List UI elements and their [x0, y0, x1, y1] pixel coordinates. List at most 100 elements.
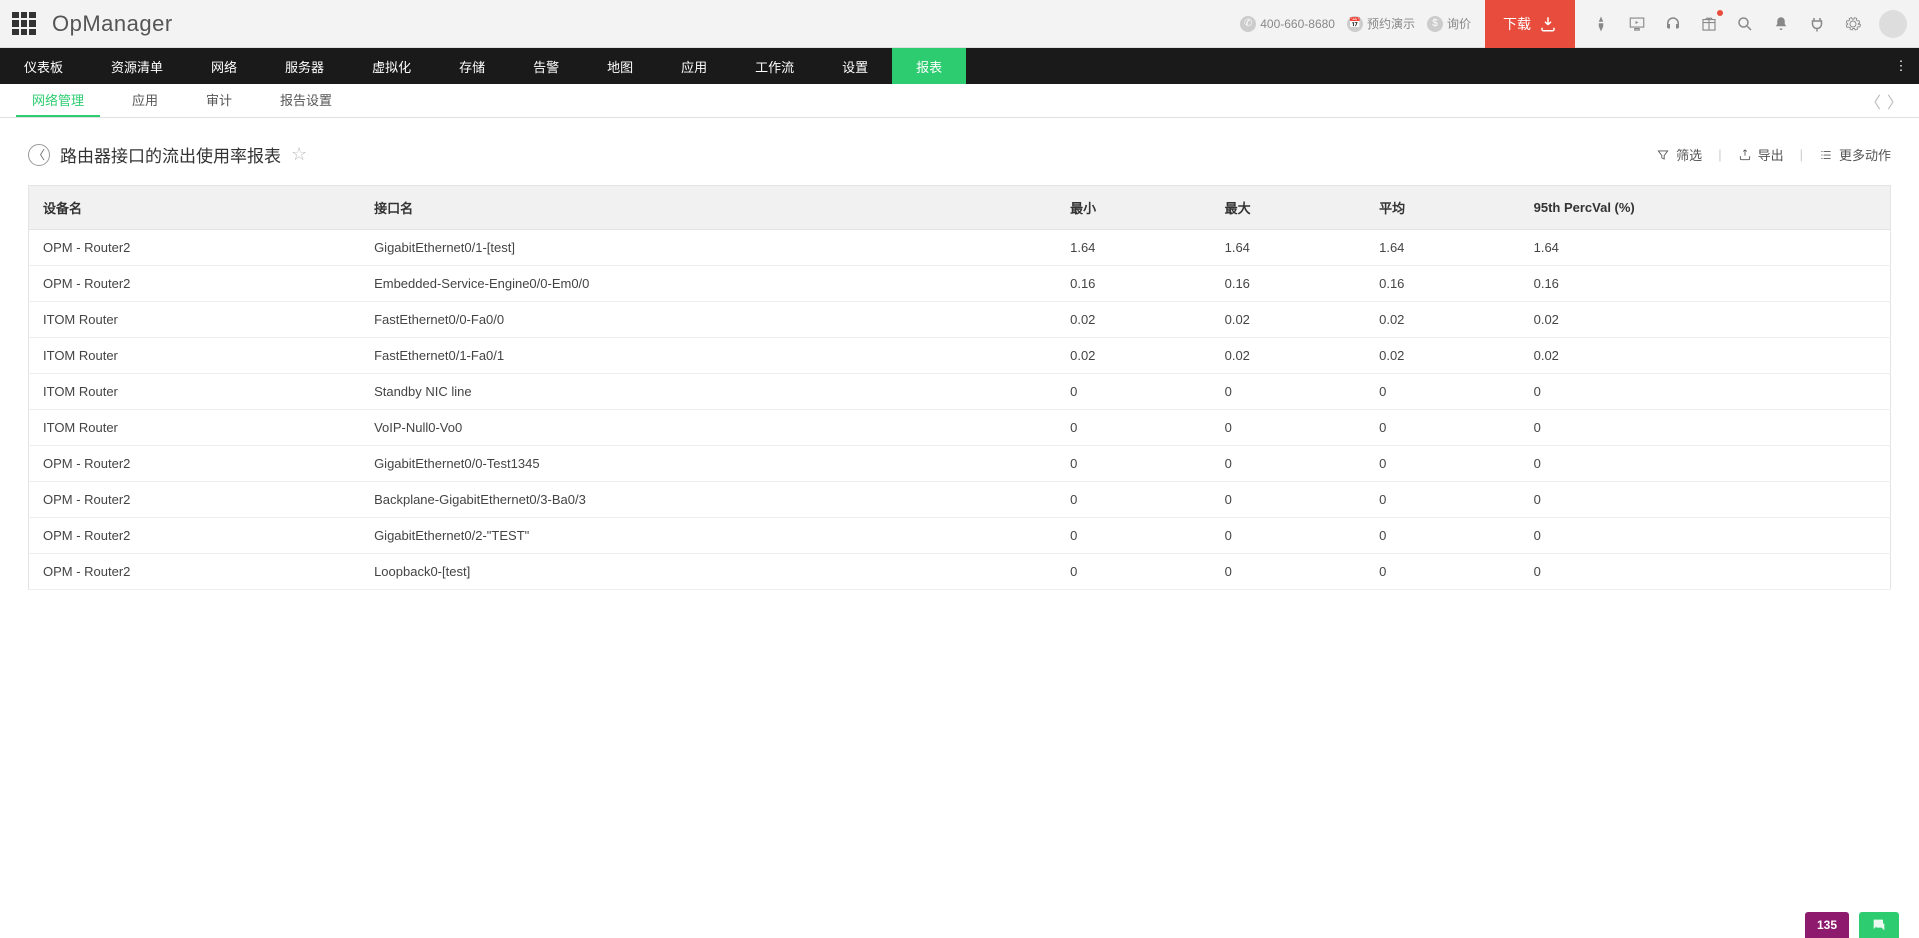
sub-nav-item[interactable]: 网络管理 [16, 84, 100, 117]
table-header-cell[interactable]: 最大 [1211, 186, 1366, 230]
top-header: OpManager ✆ 400-660-8680 📅 预约演示 $ 询价 下载 [0, 0, 1919, 48]
table-cell: ITOM Router [29, 410, 361, 446]
list-icon [1819, 148, 1833, 162]
dollar-icon: $ [1427, 16, 1443, 32]
table-row[interactable]: OPM - Router2GigabitEthernet0/2-"TEST"00… [29, 518, 1891, 554]
count-badge[interactable]: 135 [1805, 912, 1849, 938]
phone-icon: ✆ [1240, 16, 1256, 32]
table-header-cell[interactable]: 最小 [1056, 186, 1211, 230]
table-header-cell[interactable]: 设备名 [29, 186, 361, 230]
search-icon[interactable] [1729, 8, 1761, 40]
table-row[interactable]: ITOM RouterStandby NIC line0000 [29, 374, 1891, 410]
table-header-cell[interactable]: 95th PercVal (%) [1520, 186, 1891, 230]
table-row[interactable]: OPM - Router2GigabitEthernet0/0-Test1345… [29, 446, 1891, 482]
plug-icon[interactable] [1801, 8, 1833, 40]
main-nav-item[interactable]: 资源清单 [87, 48, 187, 84]
table-row[interactable]: OPM - Router2Loopback0-[test]0000 [29, 554, 1891, 590]
table-row[interactable]: ITOM RouterFastEthernet0/1-Fa0/10.020.02… [29, 338, 1891, 374]
table-cell: Loopback0-[test] [360, 554, 1056, 590]
sub-nav-item[interactable]: 应用 [116, 84, 174, 117]
separator: | [1718, 147, 1721, 162]
table-cell: FastEthernet0/1-Fa0/1 [360, 338, 1056, 374]
filter-button[interactable]: 筛选 [1656, 145, 1702, 164]
table-cell: 1.64 [1211, 230, 1366, 266]
main-nav-more-icon[interactable]: ⋮ [1883, 48, 1919, 84]
table-cell: Standby NIC line [360, 374, 1056, 410]
filter-icon [1656, 148, 1670, 162]
sub-nav-arrows: 〈 〉 [1865, 84, 1903, 117]
bell-icon[interactable] [1765, 8, 1797, 40]
table-cell: 0 [1211, 446, 1366, 482]
table-row[interactable]: ITOM RouterVoIP-Null0-Vo00000 [29, 410, 1891, 446]
report-table: 设备名接口名最小最大平均95th PercVal (%) OPM - Route… [28, 185, 1891, 590]
main-nav-item[interactable]: 仪表板 [0, 48, 87, 84]
rocket-icon[interactable] [1585, 8, 1617, 40]
table-cell: 0.16 [1211, 266, 1366, 302]
main-nav-item[interactable]: 应用 [657, 48, 731, 84]
table-cell: ITOM Router [29, 374, 361, 410]
brand-logo: OpManager [52, 11, 173, 37]
table-row[interactable]: OPM - Router2Backplane-GigabitEthernet0/… [29, 482, 1891, 518]
table-cell: 1.64 [1520, 230, 1891, 266]
table-row[interactable]: ITOM RouterFastEthernet0/0-Fa0/00.020.02… [29, 302, 1891, 338]
table-row[interactable]: OPM - Router2GigabitEthernet0/1-[test]1.… [29, 230, 1891, 266]
content-area: 〈 路由器接口的流出使用率报表 ☆ 筛选 | 导出 | 更多动作 设备名接口名最… [0, 118, 1919, 614]
table-cell: 0.16 [1056, 266, 1211, 302]
download-button[interactable]: 下载 [1485, 0, 1575, 48]
top-right-group: ✆ 400-660-8680 📅 预约演示 $ 询价 下载 [1236, 0, 1907, 48]
table-cell: 0 [1056, 482, 1211, 518]
main-nav-item[interactable]: 设置 [818, 48, 892, 84]
table-cell: 0 [1520, 518, 1891, 554]
table-header-cell[interactable]: 平均 [1365, 186, 1520, 230]
sub-nav: 网络管理应用审计报告设置 〈 〉 [0, 84, 1919, 118]
apps-menu-icon[interactable] [12, 12, 36, 36]
export-button[interactable]: 导出 [1738, 145, 1784, 164]
demo-label: 预约演示 [1367, 15, 1415, 32]
chat-badge[interactable] [1859, 912, 1899, 938]
table-cell: 1.64 [1365, 230, 1520, 266]
sub-nav-item[interactable]: 审计 [190, 84, 248, 117]
more-actions-button[interactable]: 更多动作 [1819, 145, 1891, 164]
bottom-badges: 135 [1805, 912, 1899, 938]
gift-icon[interactable] [1693, 8, 1725, 40]
download-label: 下载 [1503, 14, 1531, 34]
main-nav: 仪表板资源清单网络服务器虚拟化存储告警地图应用工作流设置报表 ⋮ [0, 48, 1919, 84]
main-nav-item[interactable]: 服务器 [261, 48, 348, 84]
quote-link[interactable]: $ 询价 [1423, 15, 1475, 32]
favorite-star-icon[interactable]: ☆ [291, 144, 307, 165]
main-nav-item[interactable]: 工作流 [731, 48, 818, 84]
user-avatar[interactable] [1879, 10, 1907, 38]
demo-link[interactable]: 📅 预约演示 [1343, 15, 1419, 32]
table-cell: 0 [1056, 554, 1211, 590]
table-row[interactable]: OPM - Router2Embedded-Service-Engine0/0-… [29, 266, 1891, 302]
notification-dot [1717, 10, 1723, 16]
table-cell: 0.02 [1211, 302, 1366, 338]
table-header-cell[interactable]: 接口名 [360, 186, 1056, 230]
table-cell: 0 [1365, 482, 1520, 518]
table-cell: OPM - Router2 [29, 518, 361, 554]
sub-nav-item[interactable]: 报告设置 [264, 84, 348, 117]
table-cell: GigabitEthernet0/1-[test] [360, 230, 1056, 266]
phone-contact[interactable]: ✆ 400-660-8680 [1236, 16, 1339, 32]
main-nav-item[interactable]: 告警 [509, 48, 583, 84]
main-nav-item[interactable]: 地图 [583, 48, 657, 84]
table-cell: ITOM Router [29, 302, 361, 338]
monitor-icon[interactable] [1621, 8, 1653, 40]
gear-icon[interactable] [1837, 8, 1869, 40]
table-cell: 0 [1056, 374, 1211, 410]
table-cell: 0 [1056, 410, 1211, 446]
main-nav-item[interactable]: 虚拟化 [348, 48, 435, 84]
main-nav-item[interactable]: 报表 [892, 48, 966, 84]
sub-nav-prev-icon[interactable]: 〈 [1865, 89, 1881, 113]
back-button[interactable]: 〈 [28, 144, 50, 166]
main-nav-item[interactable]: 网络 [187, 48, 261, 84]
table-cell: 0.02 [1056, 338, 1211, 374]
main-nav-item[interactable]: 存储 [435, 48, 509, 84]
headset-icon[interactable] [1657, 8, 1689, 40]
table-cell: 0 [1365, 410, 1520, 446]
table-cell: 0 [1365, 518, 1520, 554]
table-cell: VoIP-Null0-Vo0 [360, 410, 1056, 446]
sub-nav-next-icon[interactable]: 〉 [1887, 89, 1903, 113]
table-cell: 0.02 [1520, 302, 1891, 338]
table-cell: 0 [1211, 518, 1366, 554]
